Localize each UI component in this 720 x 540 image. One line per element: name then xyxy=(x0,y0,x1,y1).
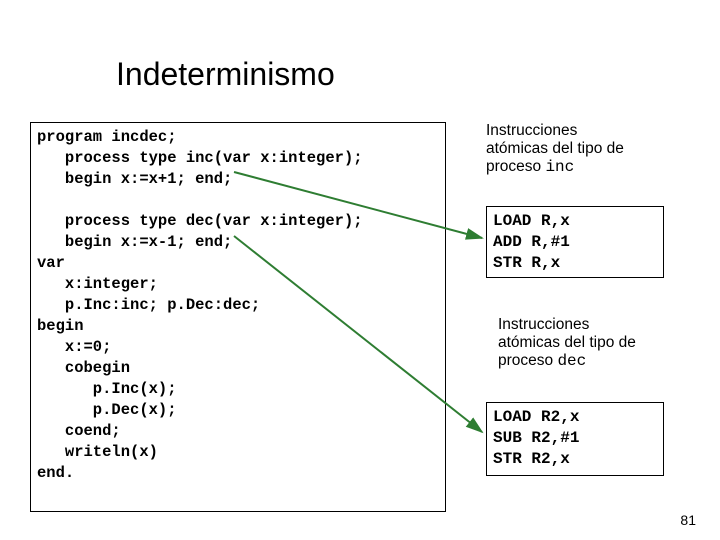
text-line: atómicas del tipo de xyxy=(486,140,624,157)
text-line: proceso xyxy=(486,158,545,175)
text-mono: dec xyxy=(557,352,586,370)
dec-asm-block: LOAD R2,x SUB R2,#1 STR R2,x xyxy=(486,402,664,476)
text-line: atómicas del tipo de xyxy=(498,334,636,351)
main-code-block: program incdec; process type inc(var x:i… xyxy=(30,122,446,512)
dec-instructions-label: Instrucciones atómicas del tipo de proce… xyxy=(498,316,688,370)
text-mono: inc xyxy=(545,158,574,176)
inc-asm-block: LOAD R,x ADD R,#1 STR R,x xyxy=(486,206,664,278)
page-number: 81 xyxy=(680,512,696,528)
inc-instructions-label: Instrucciones atómicas del tipo de proce… xyxy=(486,122,676,176)
text-line: Instrucciones xyxy=(486,122,577,139)
text-line: proceso xyxy=(498,352,557,369)
text-line: Instrucciones xyxy=(498,316,589,333)
slide-title: Indeterminismo xyxy=(116,56,335,93)
